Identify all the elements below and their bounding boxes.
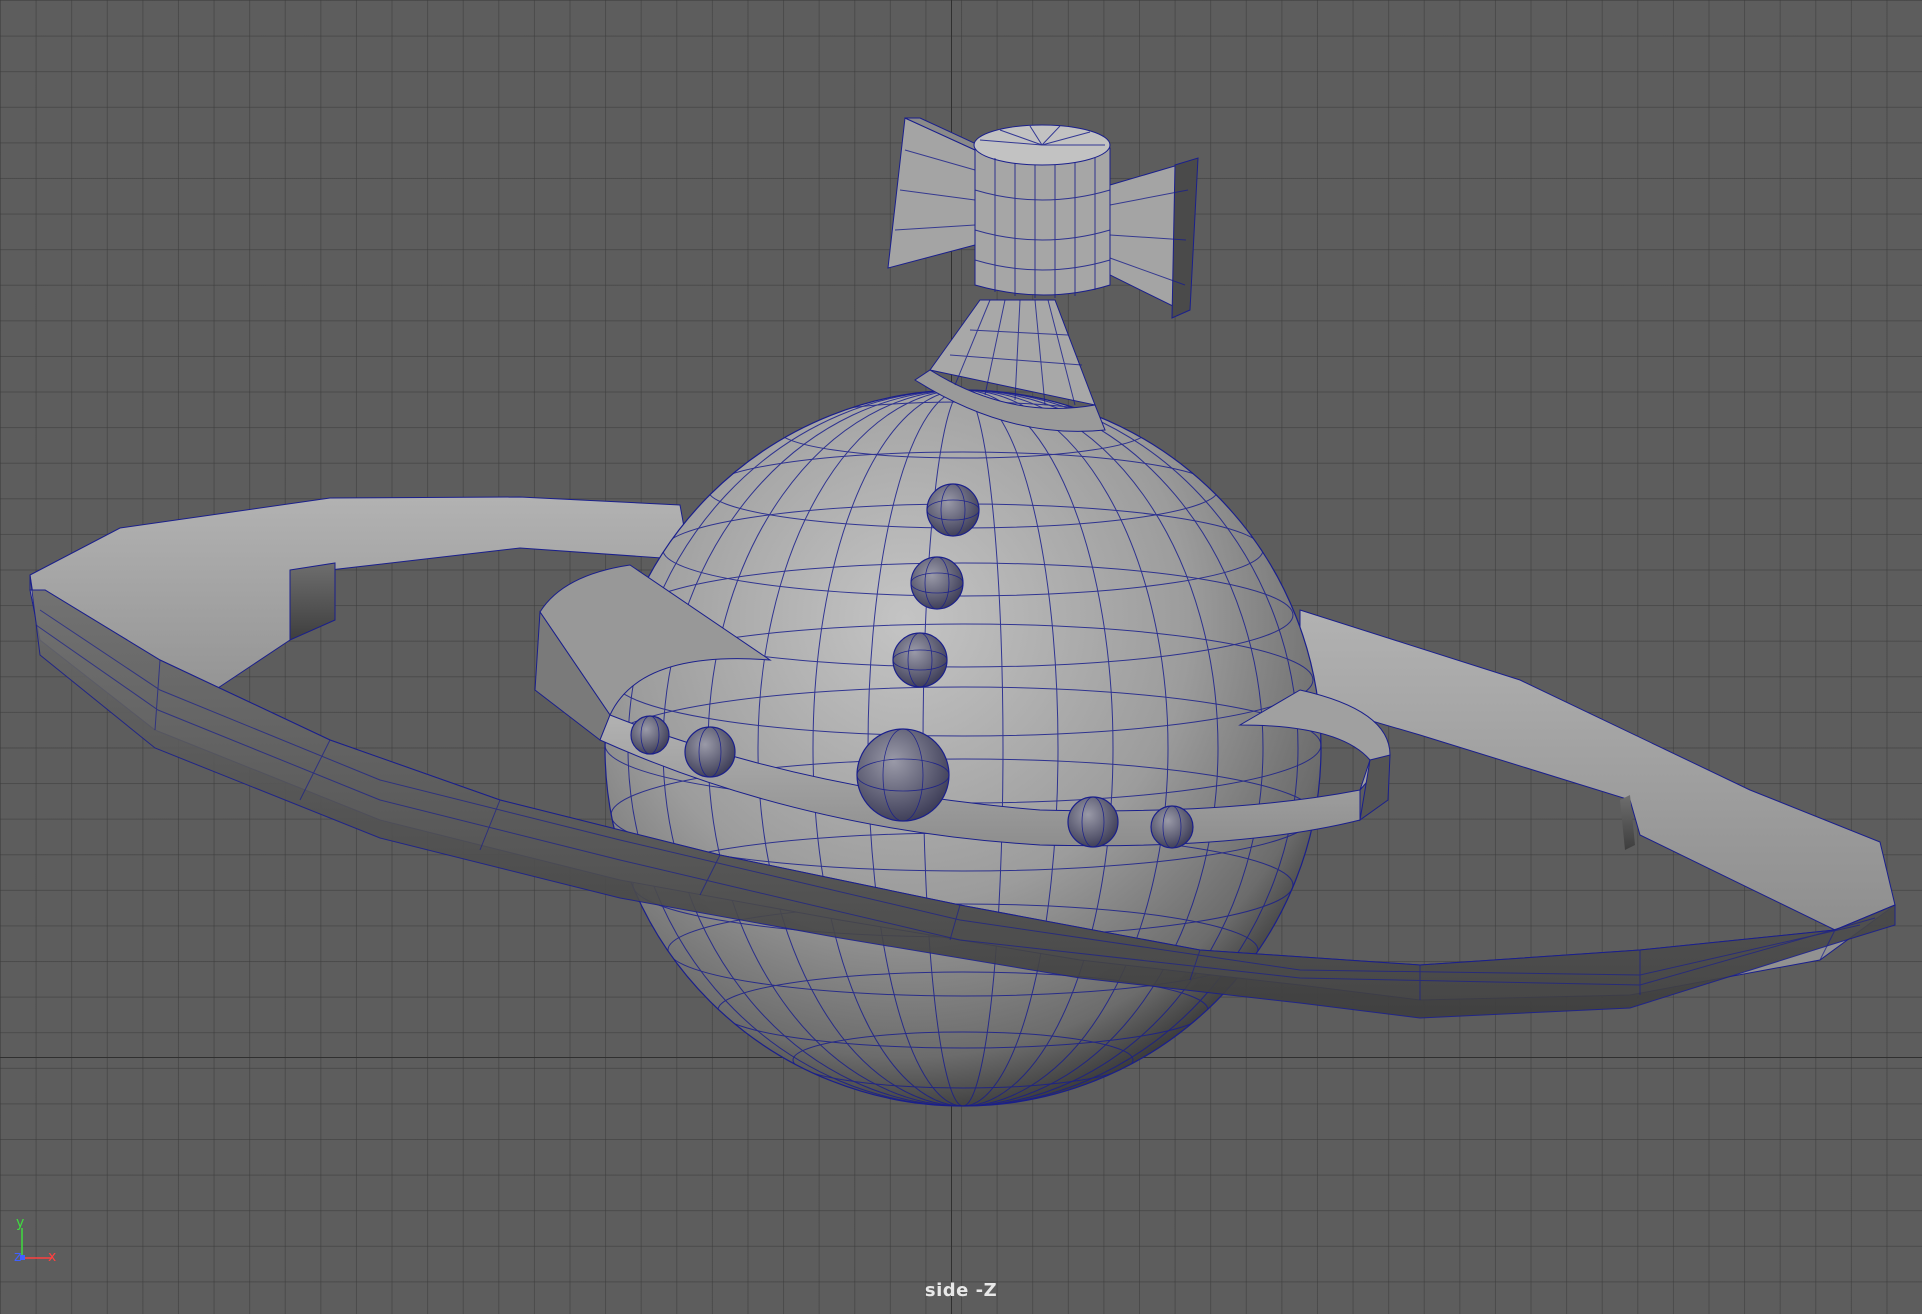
axis-z-label: z (14, 1249, 22, 1265)
viewport-3d[interactable] (0, 0, 1922, 1314)
axis-gizmo: y z x (12, 1215, 62, 1266)
axis-x-label: x (48, 1249, 57, 1265)
axis-y-label: y (16, 1215, 25, 1231)
camera-label: side -Z (924, 1280, 998, 1301)
orb-model[interactable] (0, 0, 1922, 1314)
orb-cap-cylinder (973, 124, 1111, 298)
